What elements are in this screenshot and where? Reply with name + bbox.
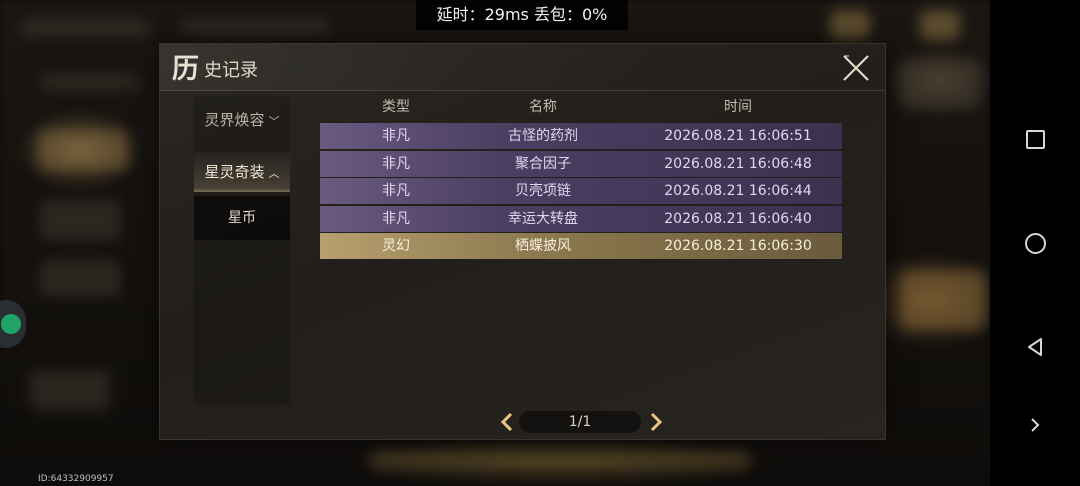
dialog-title-initial: 历: [172, 54, 199, 85]
row-time: 2026.08.21 16:06:48: [664, 155, 812, 172]
sidebar-item-label: 星灵奇装: [204, 163, 265, 181]
row-time: 2026.08.21 16:06:40: [664, 210, 812, 227]
more-button[interactable]: [990, 400, 1080, 450]
sidebar-subitem-xingbi[interactable]: 星币: [194, 196, 290, 240]
row-type: 非凡: [382, 155, 410, 172]
dialog-titlebar: 历 史记录: [160, 44, 885, 91]
chevron-right-icon: [1031, 418, 1040, 432]
chevron-right-icon[interactable]: [647, 412, 665, 432]
table-row: 非凡 古怪的药剂 2026.08.21 16:06:51: [320, 123, 842, 149]
chevron-down-icon: ﹀: [268, 115, 280, 128]
close-icon[interactable]: [840, 52, 872, 84]
row-time: 2026.08.21 16:06:51: [664, 128, 812, 144]
row-name: 聚合因子: [515, 155, 571, 172]
status-dot-icon: [1, 314, 21, 334]
table-row: 非凡 聚合因子 2026.08.21 16:06:48: [320, 150, 842, 177]
sidebar-item-lingjie[interactable]: 灵界焕容 ﹀: [194, 106, 290, 134]
row-name: 幸运大转盘: [508, 210, 578, 227]
row-name: 贝壳项链: [515, 183, 571, 199]
sidebar-item-xingling[interactable]: 星灵奇装 ︿: [194, 152, 290, 192]
column-header-type: 类型: [382, 99, 410, 115]
chevron-left-icon[interactable]: [498, 412, 516, 432]
sidebar-item-label: 灵界焕容: [204, 111, 265, 129]
row-type: 非凡: [382, 210, 410, 227]
row-type: 非凡: [382, 128, 410, 144]
network-status: 延时：29ms 丢包：0%: [416, 0, 628, 30]
back-triangle-icon: [1028, 338, 1042, 356]
history-dialog: 历 史记录 灵界焕容 ﹀ 星灵奇装 ︿ 星币 类型 名称 时间 非凡 古怪的药剂…: [160, 44, 885, 439]
row-type: 灵幻: [382, 238, 410, 254]
row-time: 2026.08.21 16:06:30: [664, 238, 812, 254]
circle-icon: [1024, 232, 1046, 254]
row-type: 非凡: [382, 183, 410, 199]
row-name: 栖蝶披风: [515, 238, 571, 254]
page-indicator: 1/1: [519, 411, 641, 433]
column-header-name: 名称: [529, 99, 557, 115]
table-row: 非凡 幸运大转盘 2026.08.21 16:06:40: [320, 205, 842, 232]
sidebar-subitem-label: 星币: [228, 210, 256, 226]
back-button[interactable]: [990, 322, 1080, 372]
category-sidebar: 灵界焕容 ﹀ 星灵奇装 ︿ 星币: [194, 96, 290, 404]
row-name: 古怪的药剂: [508, 128, 578, 144]
chevron-up-icon: ︿: [268, 167, 280, 180]
home-button[interactable]: [990, 218, 1080, 268]
dialog-title: 史记录: [204, 60, 258, 81]
column-header-time: 时间: [724, 99, 752, 115]
recent-apps-button[interactable]: [990, 114, 1080, 164]
table-header: 类型 名称 时间: [320, 96, 842, 120]
table-row: 非凡 贝壳项链 2026.08.21 16:06:44: [320, 178, 842, 204]
square-icon: [1025, 129, 1045, 149]
row-time: 2026.08.21 16:06:44: [664, 183, 812, 199]
device-id: ID:64332909957: [38, 474, 114, 484]
game-screen: 延时：29ms 丢包：0% 历 史记录 灵界焕容 ﹀ 星灵奇装 ︿ 星币 类型 …: [0, 0, 1080, 486]
table-row: 灵幻 栖蝶披风 2026.08.21 16:06:30: [320, 233, 842, 259]
history-table: 非凡 古怪的药剂 2026.08.21 16:06:51 非凡 聚合因子 202…: [320, 123, 842, 261]
system-nav-bar: [990, 0, 1080, 486]
